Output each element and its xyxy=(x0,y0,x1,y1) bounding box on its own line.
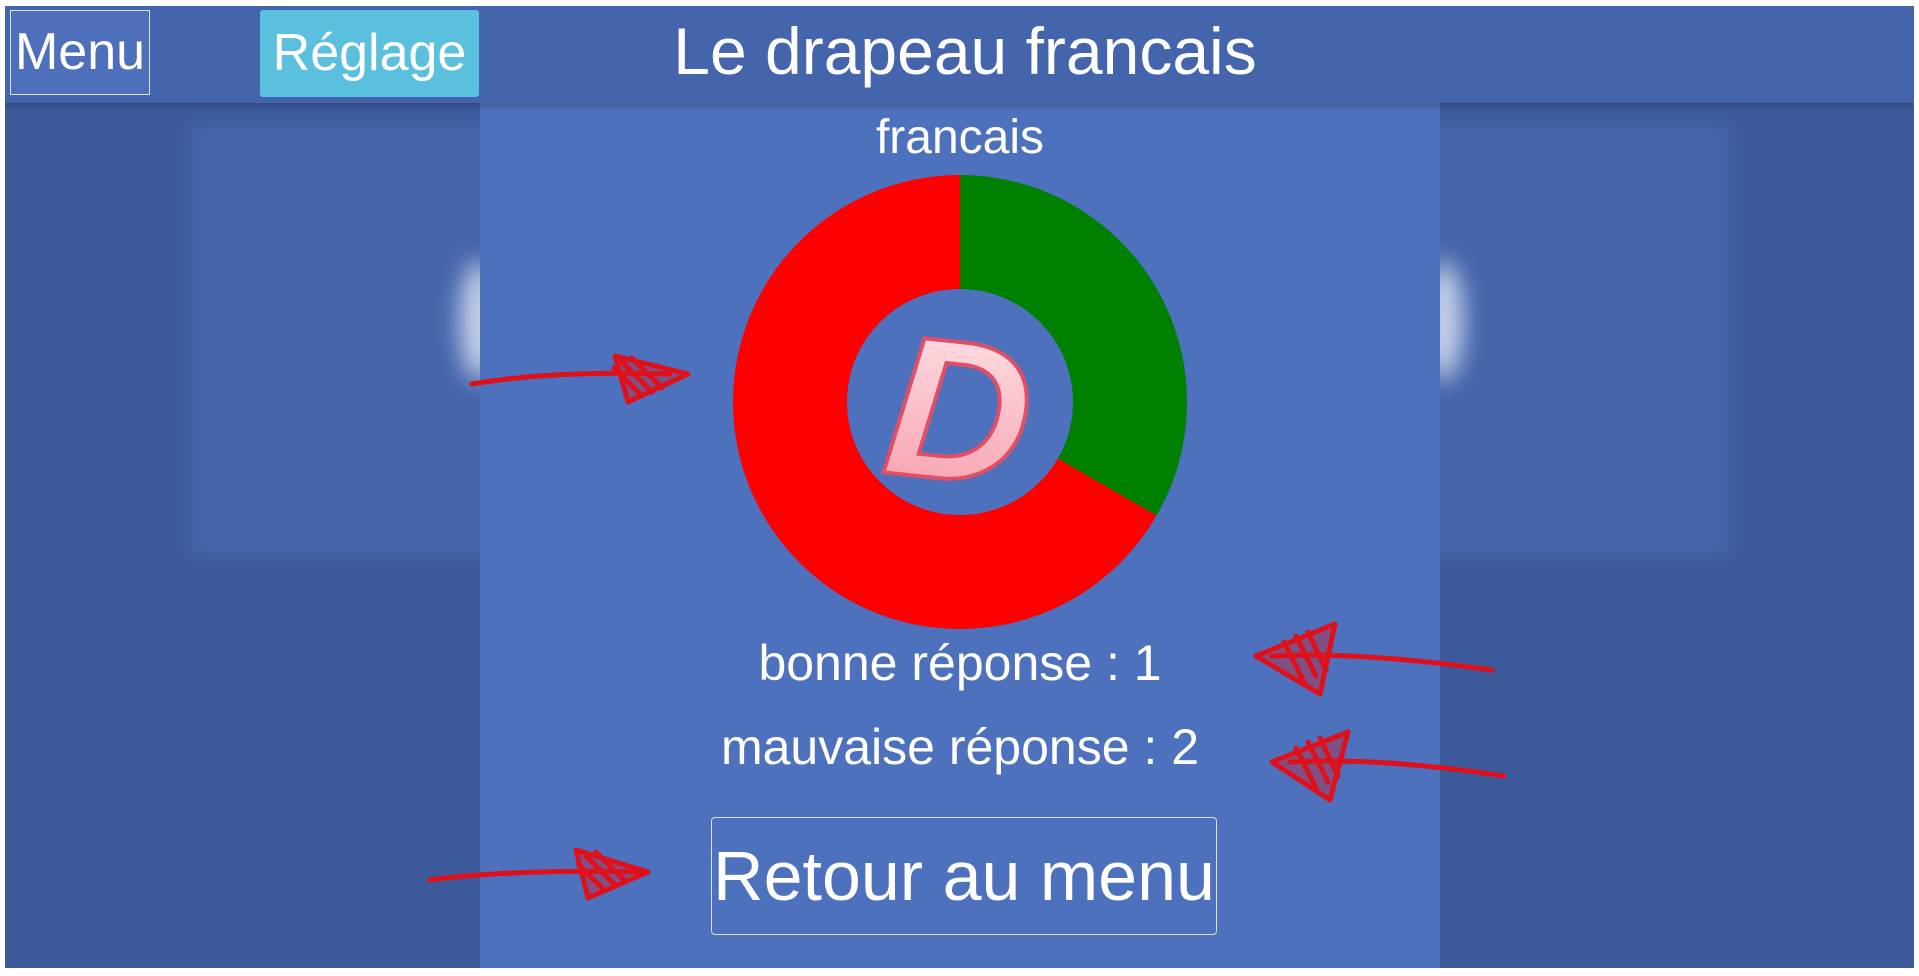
subject-label: francais xyxy=(875,111,1045,164)
center-letter: D xyxy=(876,293,1043,530)
results-panel: francais D bonne réponse : 1 mauvaise ré… xyxy=(480,103,1440,968)
settings-button[interactable]: Réglage xyxy=(260,10,479,97)
app-window: Menu Réglage Le drapeau francais francai… xyxy=(5,6,1914,968)
back-to-menu-button[interactable]: Retour au menu xyxy=(711,817,1217,935)
letter-d-badge: D xyxy=(874,291,1045,532)
top-bar: Menu Réglage Le drapeau francais xyxy=(5,6,1914,103)
page-title: Le drapeau francais xyxy=(673,14,1257,88)
score-donut-chart: D xyxy=(733,175,1187,629)
menu-button[interactable]: Menu xyxy=(10,10,150,95)
good-answers-count: bonne réponse : 1 xyxy=(758,635,1162,691)
bad-answers-count: mauvaise réponse : 2 xyxy=(720,719,1200,775)
